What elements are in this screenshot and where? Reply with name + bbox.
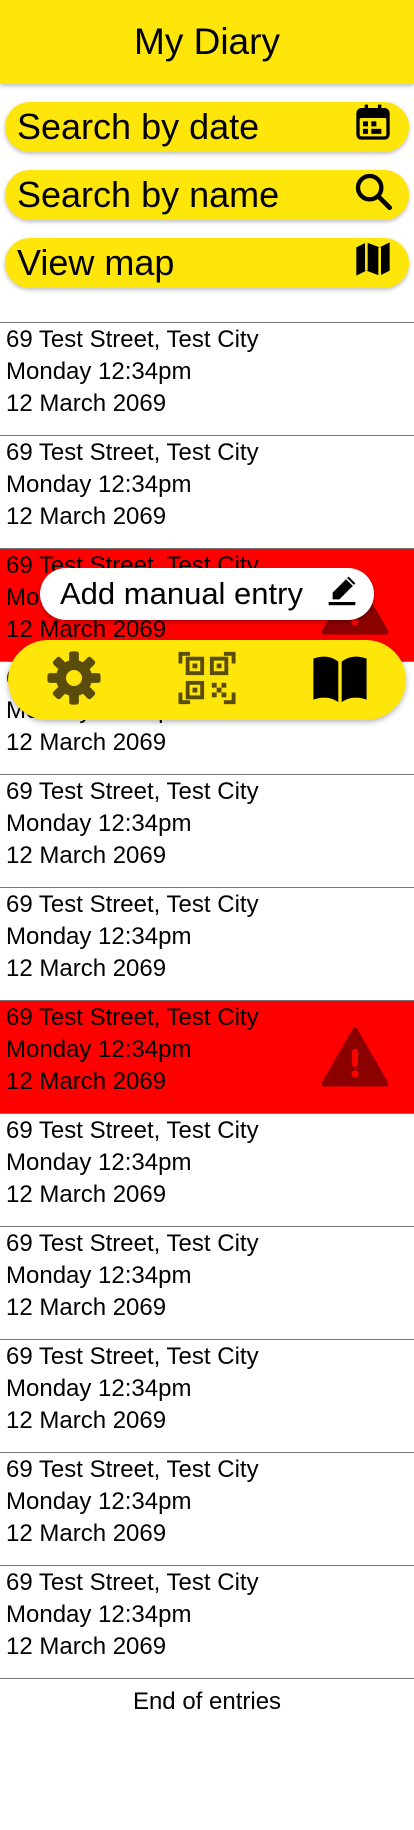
- map-icon: [353, 239, 393, 288]
- entry-address: 69 Test Street, Test City: [6, 891, 259, 918]
- entry-date: 12 March 2069: [6, 955, 167, 982]
- book-icon: [311, 649, 369, 712]
- search-by-date-button[interactable]: Search by date: [5, 102, 409, 152]
- entry-time: Monday 12:34pm: [6, 471, 192, 498]
- entry-address: 69 Test Street, Test City: [6, 1569, 259, 1596]
- view-map-button[interactable]: View map: [5, 238, 409, 288]
- list-item[interactable]: 69 Test Street, Test City Monday 12:34pm 1…: [0, 1113, 414, 1226]
- entry-address: 69 Test Street, Test City: [6, 1117, 259, 1144]
- warning-icon: [321, 1027, 389, 1087]
- list-item[interactable]: 69 Test Street, Test City Monday 12:34pm 1…: [0, 887, 414, 1000]
- page-title: My Diary: [134, 21, 280, 62]
- entry-address: 69 Test Street, Test City: [6, 439, 259, 466]
- entry-list: 69 Test Street, Test City Monday 12:34pm 1…: [0, 322, 414, 1738]
- view-map-label: View map: [17, 242, 175, 283]
- entry-date: 12 March 2069: [6, 1407, 167, 1434]
- list-item[interactable]: 69 Test Street, Test City Monday 12:34pm 1…: [0, 774, 414, 887]
- list-item[interactable]: 69 Test Street, Test City Monday 12:34pm 1…: [0, 1565, 414, 1678]
- qr-scan-button[interactable]: [177, 650, 237, 710]
- app-header: My Diary: [0, 0, 414, 84]
- entry-address: 69 Test Street, Test City: [6, 778, 259, 805]
- search-by-date-label: Search by date: [17, 106, 260, 147]
- entry-time: Monday 12:34pm: [6, 1375, 192, 1402]
- pencil-icon: [326, 574, 358, 614]
- entry-date: 12 March 2069: [6, 729, 167, 756]
- calendar-icon: [353, 103, 393, 152]
- entry-address: 69 Test Street, Test City: [6, 1230, 259, 1257]
- diary-button[interactable]: [310, 650, 370, 710]
- entry-date: 12 March 2069: [6, 503, 167, 530]
- entry-time: Monday 12:34pm: [6, 923, 192, 950]
- entry-date: 12 March 2069: [6, 1633, 167, 1660]
- search-by-name-label: Search by name: [17, 174, 280, 215]
- entry-date: 12 March 2069: [6, 1294, 167, 1321]
- add-manual-entry-label: Add manual entry: [60, 576, 303, 611]
- search-icon: [353, 171, 393, 220]
- entry-address: 69 Test Street, Test City: [6, 1456, 259, 1483]
- search-by-name-button[interactable]: Search by name: [5, 170, 409, 220]
- list-item[interactable]: 69 Test Street, Test City Monday 12:34pm 1…: [0, 1339, 414, 1452]
- entry-time: Monday 12:34pm: [6, 810, 192, 837]
- entry-date: 12 March 2069: [6, 390, 167, 417]
- entry-time: Monday 12:34pm: [6, 358, 192, 385]
- add-manual-entry-button[interactable]: Add manual entry: [40, 568, 374, 620]
- list-item-alert[interactable]: 69 Test Street, Test CityMonday 12:34pm1…: [0, 1000, 414, 1113]
- list-item[interactable]: 69 Test Street, Test City Monday 12:34pm 1…: [0, 322, 414, 435]
- entry-date: 12 March 2069: [6, 1181, 167, 1208]
- entry-date: 12 March 2069: [6, 842, 167, 869]
- gear-icon: [45, 649, 103, 712]
- list-item[interactable]: 69 Test Street, Test City Monday 12:34pm 1…: [0, 435, 414, 548]
- entry-time: Monday 12:34pm: [6, 1262, 192, 1289]
- entry-time: Monday 12:34pm: [6, 1149, 192, 1176]
- entry-date: 12 March 2069: [6, 1520, 167, 1547]
- entry-address: 69 Test Street, Test City: [6, 1343, 259, 1370]
- settings-button[interactable]: [44, 650, 104, 710]
- entry-time: Monday 12:34pm: [6, 1488, 192, 1515]
- list-item[interactable]: 69 Test Street, Test City Monday 12:34pm 1…: [0, 1452, 414, 1565]
- end-of-entries: End of entries: [0, 1678, 414, 1738]
- list-item[interactable]: 69 Test Street, Test City Monday 12:34pm 1…: [0, 1226, 414, 1339]
- entry-address: 69 Test Street, Test City: [6, 326, 259, 353]
- qr-code-icon: [178, 649, 236, 712]
- bottom-nav-bar: [8, 640, 406, 720]
- entry-time: Monday 12:34pm: [6, 1601, 192, 1628]
